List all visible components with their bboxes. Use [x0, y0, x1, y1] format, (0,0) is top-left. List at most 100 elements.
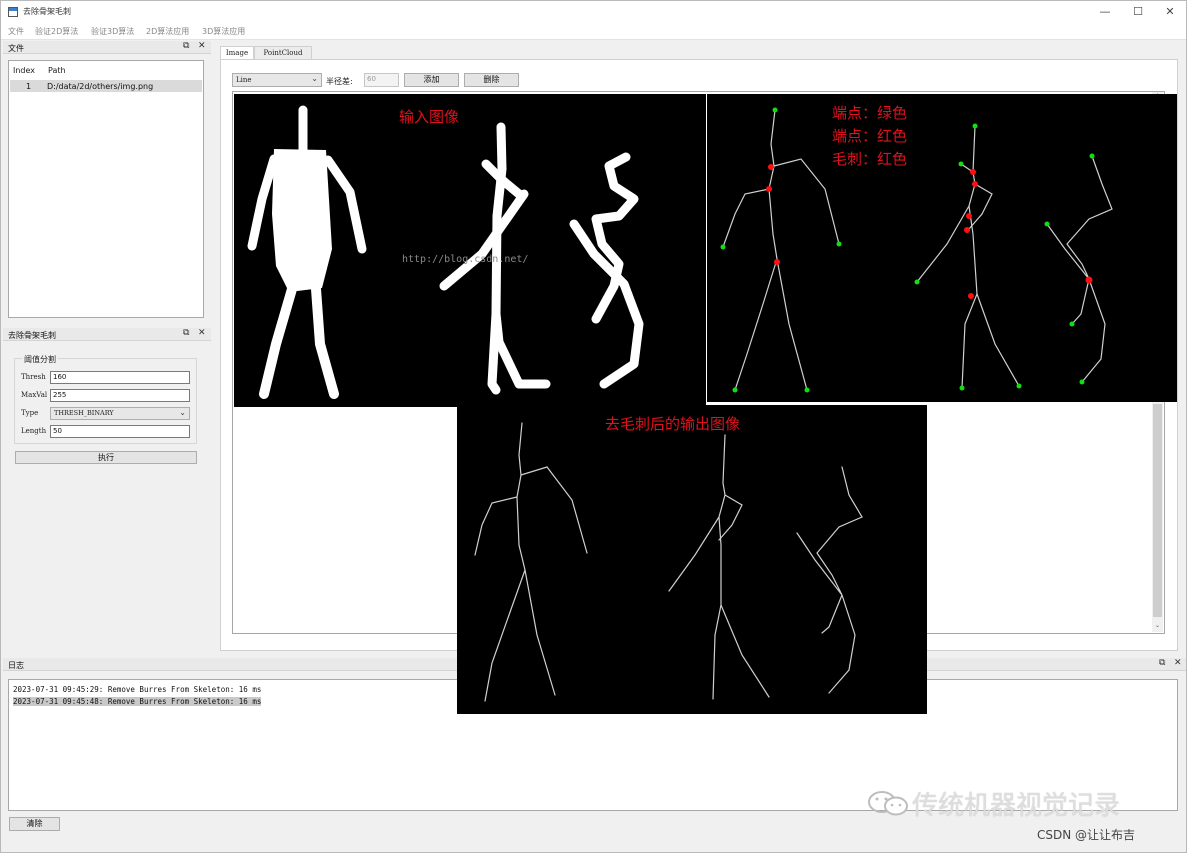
end-point — [732, 387, 738, 393]
log-line: 2023-07-31 09:45:29: Remove Burres From … — [13, 685, 262, 694]
menu-bar: 文件 验证2D算法 验证3D算法 2D算法应用 3D算法应用 — [1, 23, 1186, 40]
menu-2d-apps[interactable]: 2D算法应用 — [146, 26, 189, 37]
end-point — [720, 244, 726, 250]
window-title: 去除骨架毛刺 — [23, 7, 71, 16]
delete-button[interactable]: 删除 — [464, 73, 519, 87]
app-icon — [8, 7, 18, 17]
figure-2-leg — [487, 309, 501, 395]
legend-endpoint-red: 端点：红色 — [832, 127, 908, 145]
end-point — [804, 387, 810, 393]
end-point — [972, 123, 978, 129]
menu-3d-apps[interactable]: 3D算法应用 — [202, 26, 245, 37]
branch-point — [970, 169, 976, 175]
threshold-group-title: 阈值分割 — [22, 354, 58, 365]
figure-1-left-arm — [247, 154, 279, 251]
skeleton-2-branch — [916, 163, 1020, 387]
branch-point — [1085, 276, 1093, 284]
end-point — [1089, 153, 1095, 159]
burr-dock-header: 去除骨架毛刺 ⧉ ✕ — [3, 328, 211, 341]
end-point — [959, 385, 965, 391]
end-point — [1044, 221, 1050, 227]
output-image-label: 去毛刺后的输出图像 — [605, 415, 741, 433]
figure-2-left-stroke — [439, 189, 529, 291]
type-label: Type — [21, 409, 39, 417]
input-image-label: 输入图像 — [399, 108, 460, 126]
file-list[interactable]: Index Path 1 D:/data/2d/others/img.png — [8, 60, 204, 318]
radius-input[interactable]: 60 — [364, 73, 399, 87]
branch-point — [768, 164, 774, 170]
branch-points — [766, 164, 1093, 299]
chevron-down-icon: ⌄ — [179, 408, 186, 417]
end-point — [1016, 383, 1022, 389]
shape-select[interactable]: Line ⌄ — [232, 73, 322, 87]
type-select[interactable]: THRESH_BINARY ⌄ — [50, 407, 190, 420]
add-button[interactable]: 添加 — [404, 73, 459, 87]
maximize-button[interactable]: ☐ — [1123, 4, 1153, 20]
float-icon[interactable]: ⧉ — [183, 41, 189, 51]
input-image-panel: http://blog.csdn.net/ 输入图像 — [234, 94, 706, 407]
table-row[interactable]: 1 D:/data/2d/others/img.png — [10, 80, 202, 92]
csdn-watermark: CSDN @让让布吉 — [1037, 828, 1136, 842]
close-icon[interactable]: ✕ — [1174, 658, 1182, 668]
close-icon[interactable]: ✕ — [198, 41, 206, 51]
output-skeleton-1-arms — [474, 466, 588, 556]
output-skeleton-3 — [796, 466, 863, 694]
wechat-icon — [868, 791, 908, 816]
maxval-label: MaxVal — [21, 391, 48, 399]
burr-dock-title: 去除骨架毛刺 — [8, 331, 56, 340]
log-line-selected: 2023-07-31 09:45:48: Remove Burres From … — [13, 697, 262, 706]
chevron-down-icon: ⌄ — [311, 74, 318, 83]
end-points — [720, 107, 1095, 393]
title-bar: 去除骨架毛刺 — ☐ ✕ — [1, 1, 1186, 23]
float-icon[interactable]: ⧉ — [183, 328, 189, 338]
menu-verify-3d[interactable]: 验证3D算法 — [91, 26, 134, 37]
legend-endpoint-green: 端点：绿色 — [832, 104, 908, 122]
output-image-panel: 去毛刺后的输出图像 — [457, 405, 927, 714]
type-select-value: THRESH_BINARY — [54, 409, 114, 417]
figure-1-right-arm — [323, 155, 367, 254]
radius-label: 半径差: — [326, 77, 353, 86]
thresh-input[interactable]: 160 — [50, 371, 190, 384]
tab-image[interactable]: Image — [220, 46, 254, 59]
column-header-index[interactable]: Index — [13, 66, 35, 75]
branch-point — [972, 181, 978, 187]
float-icon[interactable]: ⧉ — [1159, 658, 1165, 668]
branch-point — [766, 186, 772, 192]
tab-pointcloud[interactable]: PointCloud — [254, 46, 312, 59]
skeleton-points-panel: 端点：绿色 端点：红色 毛刺：红色 — [707, 94, 1177, 402]
figure-1-left-leg — [259, 284, 297, 399]
branch-point — [774, 259, 780, 265]
scroll-thumb[interactable] — [1153, 404, 1162, 617]
end-point — [1069, 321, 1075, 327]
output-skeleton-1-spine — [516, 422, 526, 571]
clear-log-button[interactable]: 清除 — [9, 817, 60, 831]
skeleton-1-right-arm — [773, 158, 840, 245]
output-skeleton-figures — [474, 422, 863, 702]
minimize-button[interactable]: — — [1090, 4, 1120, 20]
close-icon[interactable]: ✕ — [198, 328, 206, 338]
shape-select-value: Line — [236, 76, 252, 84]
skeleton-1-legs — [734, 258, 808, 391]
end-point — [772, 107, 778, 113]
skeleton-3 — [1046, 155, 1113, 383]
chevron-down-icon[interactable]: ⌄ — [1152, 622, 1163, 629]
log-dock-title: 日志 — [8, 661, 24, 670]
output-skeleton-1-legs — [484, 569, 556, 702]
thresh-label: Thresh — [21, 373, 46, 381]
menu-verify-2d[interactable]: 验证2D算法 — [35, 26, 78, 37]
menu-file[interactable]: 文件 — [8, 26, 24, 37]
file-dock-header: 文件 ⧉ ✕ — [3, 41, 211, 54]
file-dock-title: 文件 — [8, 44, 24, 53]
brand-watermark: 传统机器视觉记录 — [912, 791, 1121, 821]
legend-burr-red: 毛刺：红色 — [832, 150, 908, 168]
skeleton-2-cross — [968, 183, 993, 230]
length-label: Length — [21, 427, 47, 435]
branch-point — [966, 213, 972, 219]
column-header-path[interactable]: Path — [48, 66, 66, 75]
figure-1-right-leg — [311, 284, 339, 399]
end-point — [1079, 379, 1085, 385]
maxval-input[interactable]: 255 — [50, 389, 190, 402]
run-button[interactable]: 执行 — [15, 451, 197, 464]
length-input[interactable]: 50 — [50, 425, 190, 438]
close-window-button[interactable]: ✕ — [1155, 4, 1185, 20]
